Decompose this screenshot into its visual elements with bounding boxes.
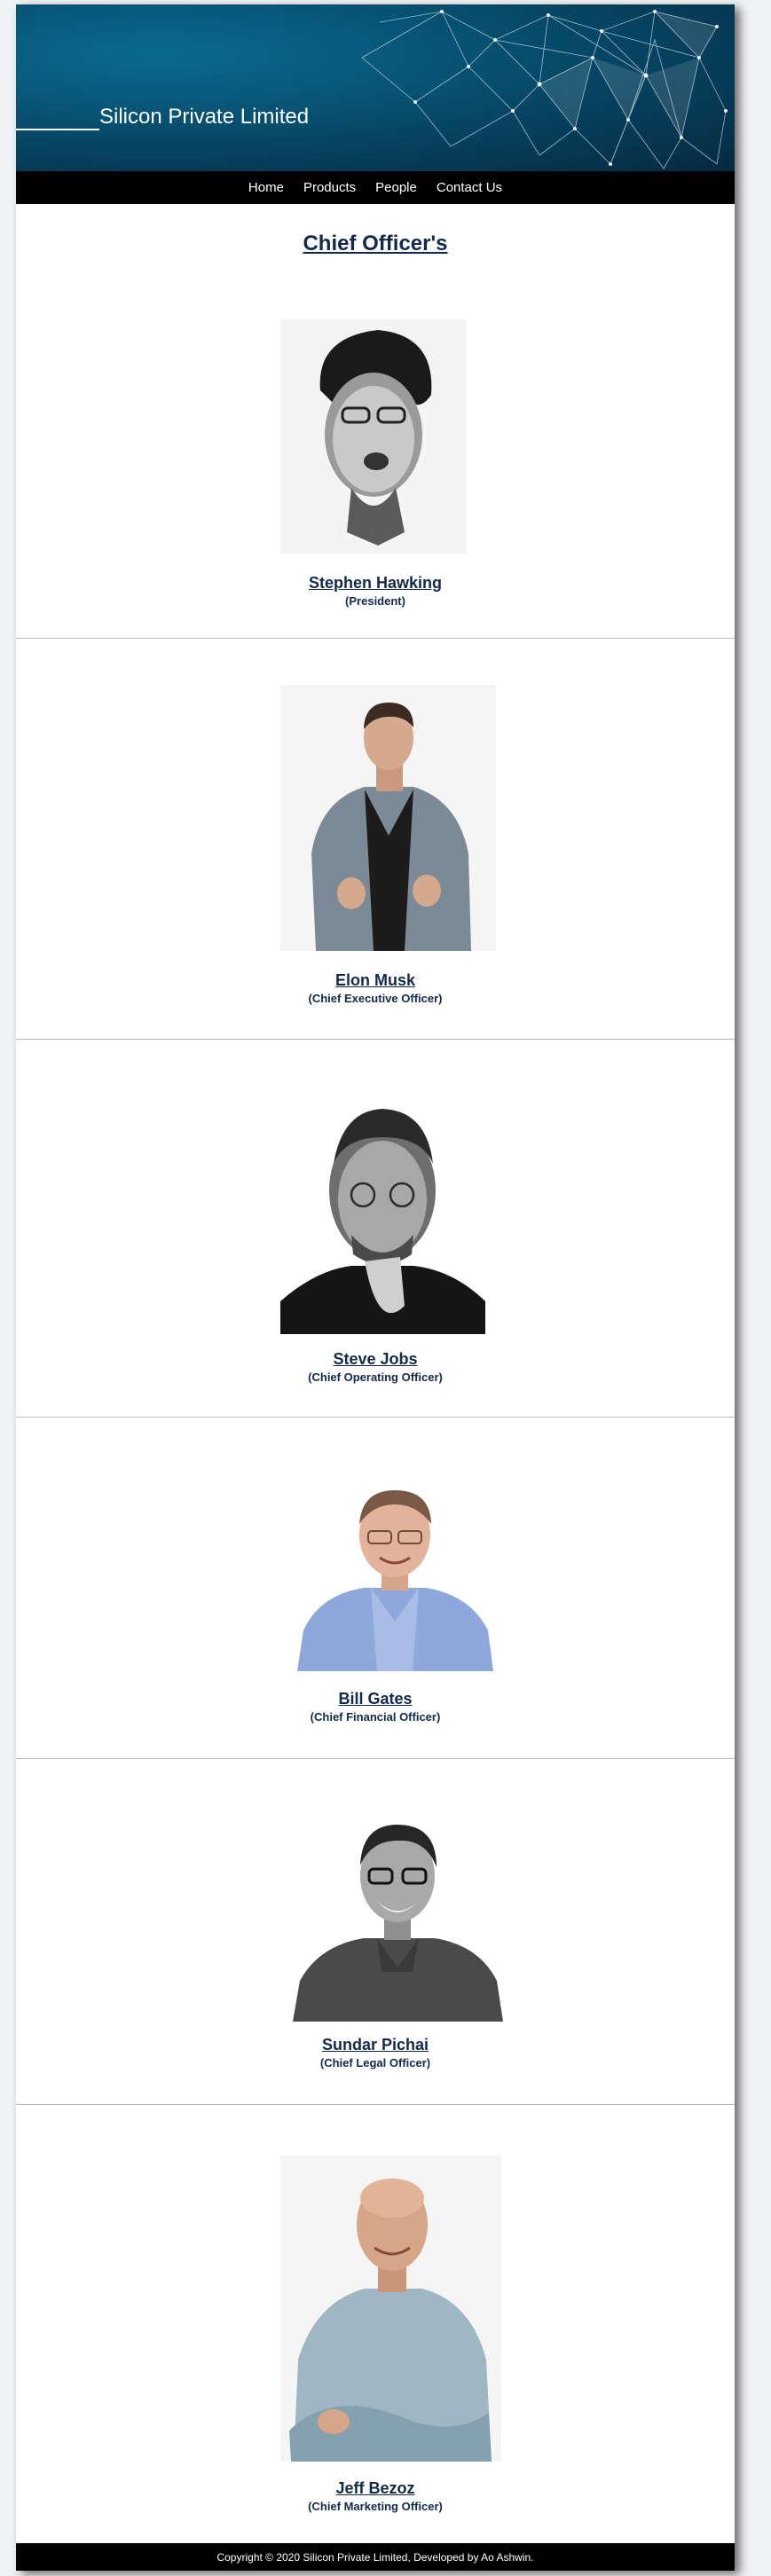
jeff-bezos-portrait (280, 2156, 501, 2462)
steve-jobs-portrait (280, 1102, 485, 1334)
officer-photo (280, 319, 467, 554)
header-banner: Silicon Private Limited (16, 4, 735, 171)
nav-home[interactable]: Home (248, 180, 284, 195)
officer-role: (Chief Marketing Officer) (308, 2500, 443, 2513)
nav-products[interactable]: Products (303, 180, 356, 195)
footer: Copyright © 2020 Silicon Private Limited… (16, 2543, 735, 2571)
officer-card: Jeff Bezoz (Chief Marketing Officer) (16, 2105, 735, 2540)
officer-photo (280, 1102, 485, 1334)
stephen-hawking-portrait (280, 319, 467, 554)
officer-card: Bill Gates (Chief Financial Officer) (16, 1418, 735, 1759)
officer-card: Elon Musk (Chief Executive Officer) (16, 639, 735, 1040)
officer-role: (President) (345, 594, 405, 608)
brand-underline (16, 129, 99, 130)
officer-photo (280, 2156, 501, 2462)
officer-name[interactable]: Stephen Hawking (16, 574, 735, 593)
officer-card: Steve Jobs (Chief Operating Officer) (16, 1040, 735, 1418)
page-container: Silicon Private Limited Home Products Pe… (16, 4, 735, 2571)
footer-copyright: Copyright © 2020 Silicon Private Limited… (216, 2550, 534, 2564)
officer-role: (Chief Financial Officer) (310, 1710, 441, 1724)
officer-role: (Chief Legal Officer) (319, 2056, 431, 2069)
nav-people[interactable]: People (375, 180, 417, 195)
bill-gates-portrait (293, 1480, 498, 1671)
brand-name: Silicon Private Limited (99, 105, 310, 129)
main-nav: Home Products People Contact Us (16, 171, 735, 204)
officer-role: (Chief Operating Officer) (308, 1370, 443, 1384)
officer-card: Stephen Hawking (President) (16, 213, 735, 639)
officer-name[interactable]: Sundar Pichai (16, 2036, 735, 2054)
officer-role: (Chief Executive Officer) (308, 992, 443, 1005)
sundar-pichai-portrait (293, 1812, 503, 2022)
officer-photo (293, 1480, 498, 1671)
officer-name[interactable]: Elon Musk (16, 971, 735, 990)
officer-name[interactable]: Steve Jobs (16, 1350, 735, 1369)
officer-photo (293, 1812, 503, 2022)
officer-name[interactable]: Bill Gates (16, 1690, 735, 1708)
elon-musk-portrait (280, 685, 496, 951)
network-graphic (362, 10, 728, 169)
officer-name[interactable]: Jeff Bezoz (16, 2479, 735, 2498)
officer-card: Sundar Pichai (Chief Legal Officer) (16, 1759, 735, 2105)
officer-photo (280, 685, 496, 951)
nav-contact[interactable]: Contact Us (437, 180, 502, 195)
